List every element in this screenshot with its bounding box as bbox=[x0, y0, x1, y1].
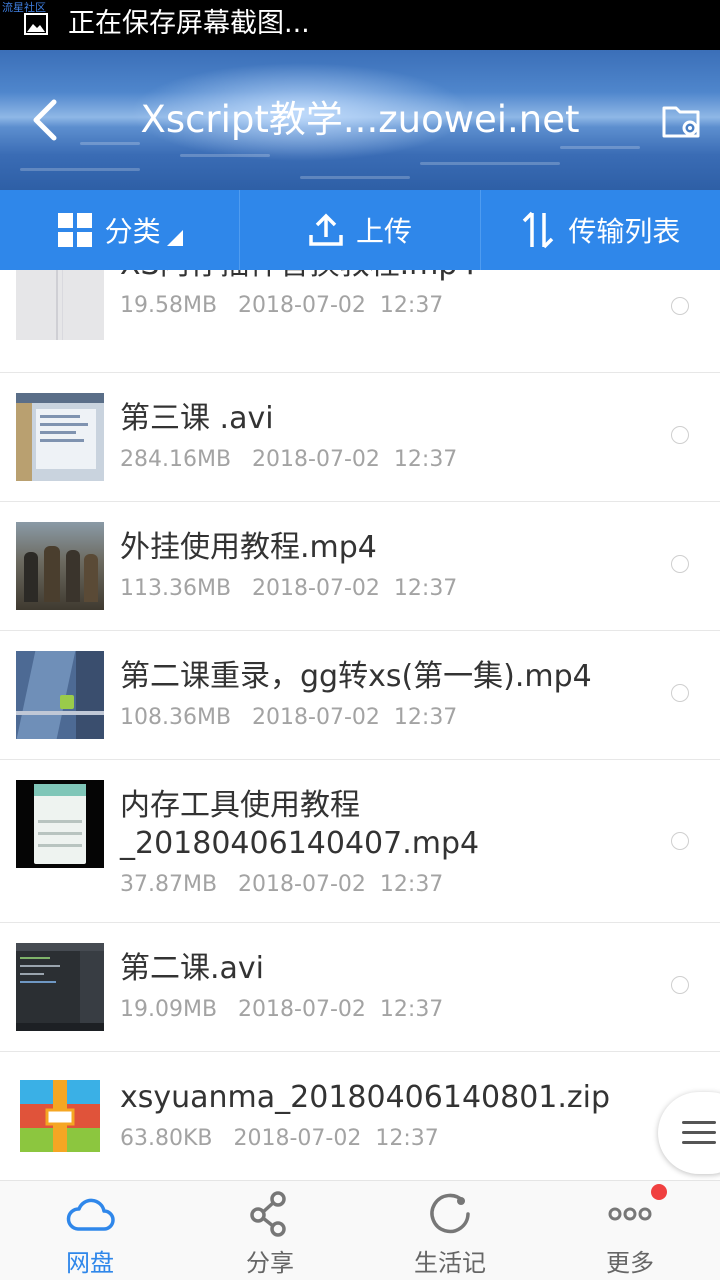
upload-icon bbox=[309, 213, 343, 246]
grid-icon bbox=[57, 213, 92, 247]
file-meta: 19.09MB 2018-07-02 12:37 bbox=[120, 997, 444, 1022]
file-thumbnail bbox=[16, 780, 104, 868]
select-radio[interactable] bbox=[671, 684, 689, 702]
file-meta: 63.80KB 2018-07-02 12:37 bbox=[120, 1126, 439, 1151]
life-record-icon bbox=[430, 1193, 470, 1234]
nav-item-share[interactable]: 分享 bbox=[180, 1181, 360, 1280]
nav-item-cloud-drive[interactable]: 网盘 bbox=[0, 1181, 180, 1280]
transfer-label: 传输列表 bbox=[568, 215, 681, 248]
nav-label: 分享 bbox=[246, 1249, 294, 1277]
upload-button[interactable]: 上传 bbox=[239, 190, 479, 270]
file-name: 外挂使用教程.mp4 bbox=[120, 530, 377, 565]
list-item[interactable]: 第三课 .avi 284.16MB 2018-07-02 12:37 bbox=[0, 373, 720, 502]
list-item[interactable]: 第二课重录，gg转xs(第一集).mp4 108.36MB 2018-07-02… bbox=[0, 631, 720, 760]
file-meta: 37.87MB 2018-07-02 12:37 bbox=[120, 872, 444, 897]
caret-icon bbox=[166, 230, 183, 246]
menu-icon-line bbox=[682, 1131, 716, 1134]
status-text: 正在保存屏幕截图... bbox=[68, 8, 310, 39]
file-thumbnail bbox=[16, 943, 104, 1031]
menu-icon-line bbox=[682, 1121, 716, 1124]
list-item[interactable]: XS内存插件替换教程.mp4 19.58MB 2018-07-02 12:37 bbox=[0, 270, 720, 373]
nav-label: 更多 bbox=[606, 1249, 654, 1277]
file-meta: 113.36MB 2018-07-02 12:37 bbox=[120, 576, 458, 601]
nav-label: 生活记 bbox=[414, 1249, 486, 1277]
category-button[interactable]: 分类 bbox=[0, 190, 239, 270]
file-thumbnail bbox=[16, 522, 104, 610]
select-radio[interactable] bbox=[671, 297, 689, 315]
select-radio[interactable] bbox=[671, 976, 689, 994]
folder-settings-icon[interactable] bbox=[660, 98, 704, 142]
list-item[interactable]: 第二课.avi 19.09MB 2018-07-02 12:37 bbox=[0, 923, 720, 1052]
nav-label: 网盘 bbox=[66, 1249, 114, 1277]
upload-label: 上传 bbox=[355, 215, 412, 248]
select-radio[interactable] bbox=[671, 426, 689, 444]
category-label: 分类 bbox=[104, 215, 161, 248]
list-item[interactable]: xsyuanma_20180406140801.zip 63.80KB 2018… bbox=[0, 1052, 720, 1180]
menu-icon-line bbox=[682, 1141, 716, 1144]
file-thumbnail bbox=[16, 651, 104, 739]
notification-badge bbox=[651, 1184, 667, 1200]
list-item[interactable]: 内存工具使用教程 _20180406140407.mp4 37.87MB 201… bbox=[0, 760, 720, 923]
transfer-list-button[interactable]: 传输列表 bbox=[479, 190, 720, 270]
share-icon bbox=[250, 1191, 286, 1237]
page-title: Xscript教学...zuowei.net bbox=[140, 98, 580, 141]
zip-file-icon bbox=[20, 1080, 100, 1152]
file-name: xsyuanma_20180406140801.zip bbox=[120, 1080, 611, 1115]
header: Xscript教学...zuowei.net bbox=[0, 50, 720, 190]
file-thumbnail bbox=[16, 270, 104, 340]
file-name: 内存工具使用教程 _20180406140407.mp4 bbox=[120, 788, 480, 861]
file-name: 第三课 .avi bbox=[120, 401, 274, 436]
file-meta: 108.36MB 2018-07-02 12:37 bbox=[120, 705, 458, 730]
status-bar: 流星社区 正在保存屏幕截图... bbox=[0, 0, 720, 50]
back-button[interactable] bbox=[26, 94, 66, 146]
nav-item-life-record[interactable]: 生活记 bbox=[360, 1181, 540, 1280]
transfer-icon bbox=[523, 211, 554, 249]
image-icon bbox=[24, 13, 48, 39]
nav-item-more[interactable]: 更多 bbox=[540, 1181, 720, 1280]
file-list: XS内存插件替换教程.mp4 19.58MB 2018-07-02 12:37 … bbox=[0, 270, 720, 1180]
select-radio[interactable] bbox=[671, 832, 689, 850]
bottom-nav: 网盘 分享 生活记 更多 bbox=[0, 1180, 720, 1280]
action-toolbar: 分类 上传 传输列表 bbox=[0, 190, 720, 270]
more-icon bbox=[608, 1207, 652, 1221]
file-meta: 19.58MB 2018-07-02 12:37 bbox=[120, 293, 444, 318]
list-item[interactable]: 外挂使用教程.mp4 113.36MB 2018-07-02 12:37 bbox=[0, 502, 720, 631]
file-name: XS内存插件替换教程.mp4 bbox=[120, 270, 640, 284]
select-radio[interactable] bbox=[671, 555, 689, 573]
file-meta: 284.16MB 2018-07-02 12:37 bbox=[120, 447, 458, 472]
file-name: 第二课.avi bbox=[120, 951, 265, 986]
file-thumbnail bbox=[16, 393, 104, 481]
cloud-icon bbox=[66, 1198, 115, 1231]
file-name: 第二课重录，gg转xs(第一集).mp4 bbox=[120, 659, 592, 694]
